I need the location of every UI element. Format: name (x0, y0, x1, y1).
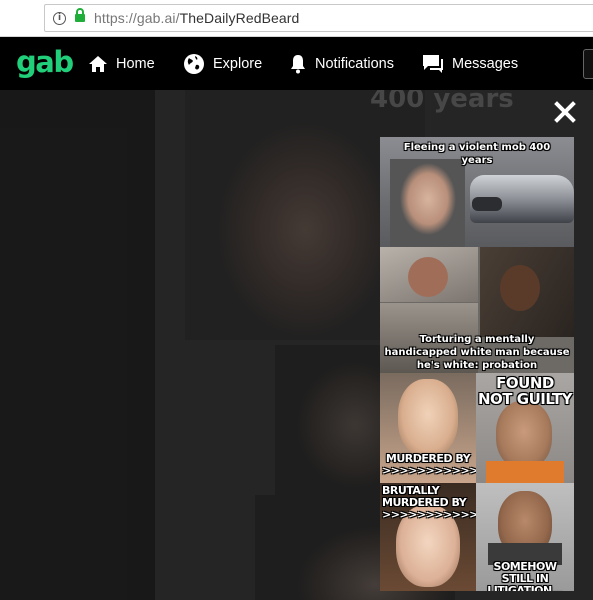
panel-4-orange-shirt (486, 461, 564, 483)
panel-2-face-b (500, 265, 540, 311)
browser-toolbar: i https://gab.ai/TheDailyRedBeard (0, 0, 593, 37)
panel-5-caption: BRUTALLY MURDERED BY >>>>>>>>>>> (382, 484, 476, 521)
nav-notifications-label: Notifications (315, 55, 394, 72)
home-icon (88, 55, 108, 73)
url-text[interactable]: https://gab.ai/TheDailyRedBeard (94, 10, 299, 26)
gab-logo[interactable]: gab (16, 45, 74, 79)
meme-panel-3: MURDERED BY >>>>>>>>>>> (380, 373, 476, 483)
panel-3-face (398, 379, 458, 457)
meme-panel-1: Fleeing a violent mob 400 years (380, 137, 574, 247)
meme-panel-6: SOMEHOW STILL IN LITIGATION... (476, 483, 574, 591)
nav-home[interactable]: Home (88, 37, 155, 90)
top-navbar: gab Home Explore Notifications Messages (0, 37, 593, 90)
lightbox-image: Fleeing a violent mob 400 years Torturin… (380, 137, 574, 591)
nav-explore[interactable]: Explore (183, 37, 262, 90)
nav-user-button[interactable] (583, 49, 593, 79)
panel-6-caption: SOMEHOW STILL IN LITIGATION... (487, 560, 563, 592)
panel-4-caption: FOUND NOT GUILTY (478, 374, 573, 408)
meme-panel-5: BRUTALLY MURDERED BY >>>>>>>>>>> (380, 483, 476, 591)
info-icon[interactable]: i (53, 11, 66, 25)
bell-icon (289, 54, 307, 74)
panel-4-face (496, 401, 552, 469)
mugshot-face (390, 159, 465, 247)
meme-panel-4: FOUND NOT GUILTY (476, 373, 574, 483)
nav-explore-label: Explore (213, 55, 263, 72)
nav-home-label: Home (116, 55, 155, 72)
car-wheel (472, 197, 502, 211)
nav-notifications[interactable]: Notifications (289, 37, 394, 90)
panel-3-caption: MURDERED BY >>>>>>>>>>> (382, 452, 476, 477)
lightbox-close-button[interactable] (552, 100, 578, 128)
close-icon (554, 100, 576, 128)
lock-icon (74, 8, 86, 28)
panel-2-caption: Torturing a mentally handicapped white m… (384, 334, 570, 371)
chat-icon (422, 54, 444, 74)
nav-messages[interactable]: Messages (422, 37, 518, 90)
panel-1-caption: Fleeing a violent mob 400 years (403, 142, 551, 166)
nav-messages-label: Messages (452, 55, 519, 72)
meme-panel-2: Torturing a mentally handicapped white m… (380, 247, 574, 373)
panel-2-face-a (408, 257, 448, 297)
globe-icon (183, 53, 205, 75)
address-bar[interactable]: i https://gab.ai/TheDailyRedBeard (44, 4, 593, 32)
